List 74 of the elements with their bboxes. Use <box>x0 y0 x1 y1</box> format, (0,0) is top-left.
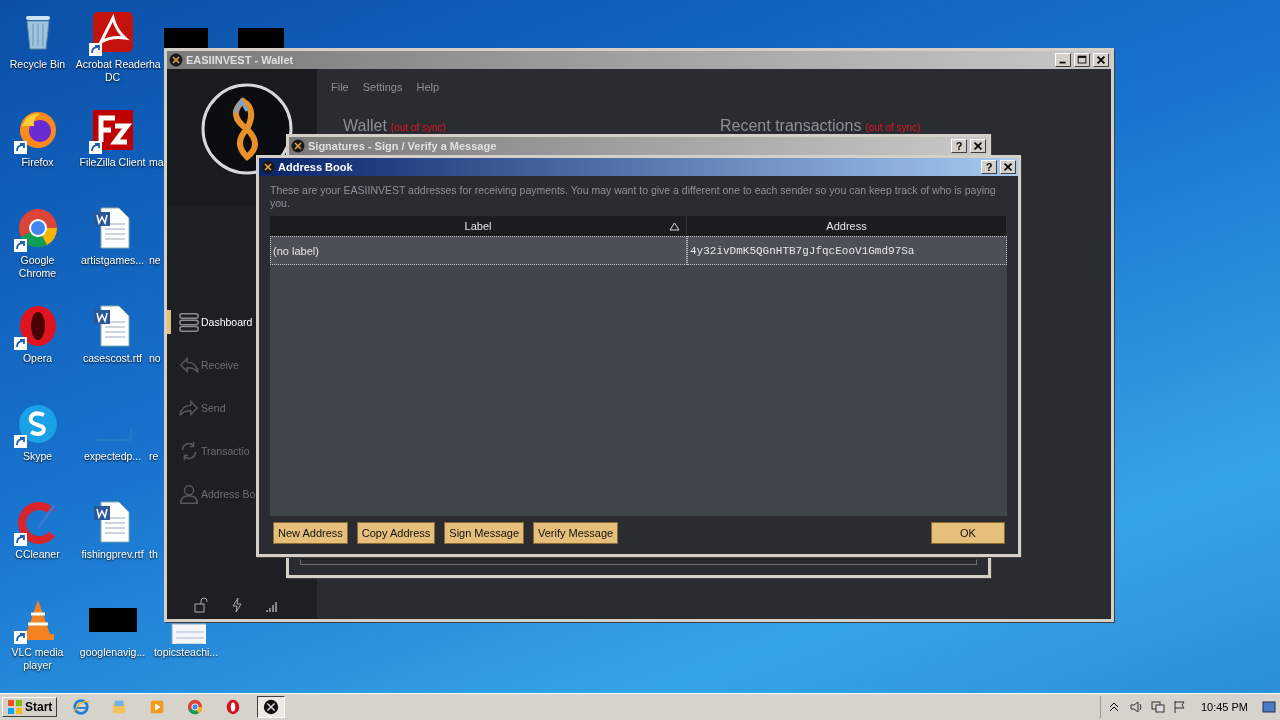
desktop-icon-label[interactable]: fishingprev.rtf <box>75 548 150 561</box>
network-icon[interactable] <box>1150 700 1165 714</box>
shortcut-arrow-icon <box>13 533 27 546</box>
action-button[interactable]: Sign Message <box>444 522 524 544</box>
desktop-icon-label[interactable]: Skype <box>0 450 75 463</box>
desktop-icon-label[interactable]: ma <box>149 156 164 169</box>
redaction-block <box>164 28 208 48</box>
desktop-icon-label[interactable]: casescost.rtf <box>75 352 150 365</box>
desktop-icon-label[interactable]: artistgames... <box>75 254 150 267</box>
table-row[interactable]: (no label) 4y32ivDmK5QGnHTB7gJfqcEooV1Gmd97Sa <box>270 236 1007 265</box>
close-icon[interactable] <box>1000 160 1016 174</box>
shortcut-arrow-icon <box>13 435 27 448</box>
dialog-title: Address Book <box>278 161 354 173</box>
desktop-icon-label[interactable]: re <box>149 450 159 463</box>
desktop-icon-label[interactable]: FileZilla Client <box>75 156 150 169</box>
desktop-icon-label[interactable]: Acrobat Reader DC <box>75 58 150 84</box>
desktop-icon-label[interactable]: Firefox <box>0 156 75 169</box>
shortcut-arrow-icon <box>88 43 102 56</box>
desktop-icon-label[interactable]: expectedp... <box>75 450 150 463</box>
dashboard-icon <box>178 311 200 333</box>
speaker-icon[interactable] <box>1128 700 1143 714</box>
desktop-icon-label[interactable]: topicsteachi... <box>149 646 223 659</box>
show-desktop-icon[interactable] <box>1262 700 1276 714</box>
sidebar-item[interactable]: Receive <box>167 353 317 377</box>
sync-status: (out of sync) <box>390 122 446 133</box>
menu-item[interactable]: Settings <box>362 81 403 93</box>
sync-status: (out of sync) <box>865 122 921 133</box>
desktop-icon-label[interactable]: th <box>149 548 158 561</box>
description-text: These are your EASIINVEST addresses for receiving payments. You may want to give a different one to each sender so you can keep track of who is paying you. <box>270 184 997 210</box>
ok-button[interactable]: OK <box>931 522 1005 544</box>
redaction-block <box>238 28 284 48</box>
send-icon <box>178 397 200 419</box>
desktop-icon-label[interactable]: VLC media player <box>0 646 75 672</box>
shortcut-arrow-icon <box>13 239 27 252</box>
sidebar-item[interactable]: Send <box>167 396 317 420</box>
app-logo-icon <box>291 139 305 153</box>
clock[interactable]: 10:45 PM <box>1200 701 1248 713</box>
table-cell: 4y32ivDmK5QGnHTB7gJfqcEooV1Gmd97Sa <box>687 236 1007 265</box>
sidebar-item[interactable]: Transactio <box>167 439 317 463</box>
start-button[interactable]: Start <box>2 697 58 717</box>
shortcut-arrow-icon <box>88 141 102 154</box>
app-logo-icon <box>261 160 275 174</box>
action-button[interactable]: New Address <box>273 522 348 544</box>
help-button[interactable]: ? <box>981 160 997 174</box>
action-button[interactable]: Copy Address <box>356 522 436 544</box>
lock-icon <box>193 597 209 613</box>
windows-logo-icon <box>7 699 23 715</box>
desktop-icon-label[interactable]: Recycle Bin <box>0 58 75 71</box>
desktop-icon-label[interactable]: googlenavig... <box>75 646 150 659</box>
desktop-icon-label[interactable]: no <box>149 352 161 365</box>
taskbar-app-icon[interactable] <box>257 696 286 718</box>
addressbook-icon <box>178 483 200 505</box>
lightning-icon <box>229 597 245 613</box>
table-cell: (no label) <box>270 236 687 265</box>
action-button[interactable]: Verify Message <box>533 522 619 544</box>
shortcut-arrow-icon <box>13 141 27 154</box>
menu-item[interactable]: Help <box>416 81 440 93</box>
desktop-icon-label[interactable]: ha <box>149 58 161 71</box>
sidebar-item[interactable]: Dashboard <box>167 310 317 334</box>
panel-title: Wallet <box>343 117 387 135</box>
panel-title: Recent transactions <box>720 117 862 135</box>
window-title: EASIINVEST - Wallet <box>186 54 295 66</box>
shortcut-arrow-icon <box>13 631 27 644</box>
desktop-icon-label[interactable]: Google Chrome <box>0 254 75 280</box>
desktop-icon-label[interactable]: Opera <box>0 352 75 365</box>
menu-item[interactable]: File <box>331 81 349 93</box>
receive-icon <box>178 354 200 376</box>
app-logo-icon <box>169 53 183 67</box>
flag-icon[interactable] <box>1172 700 1187 714</box>
sidebar-item[interactable]: Address Bo <box>167 482 317 506</box>
window-title: Signatures - Sign / Verify a Message <box>308 140 498 152</box>
desktop-icon-label[interactable]: ne <box>149 254 161 267</box>
shortcut-arrow-icon <box>13 337 27 350</box>
desktop-icon-label[interactable]: CCleaner <box>0 548 75 561</box>
